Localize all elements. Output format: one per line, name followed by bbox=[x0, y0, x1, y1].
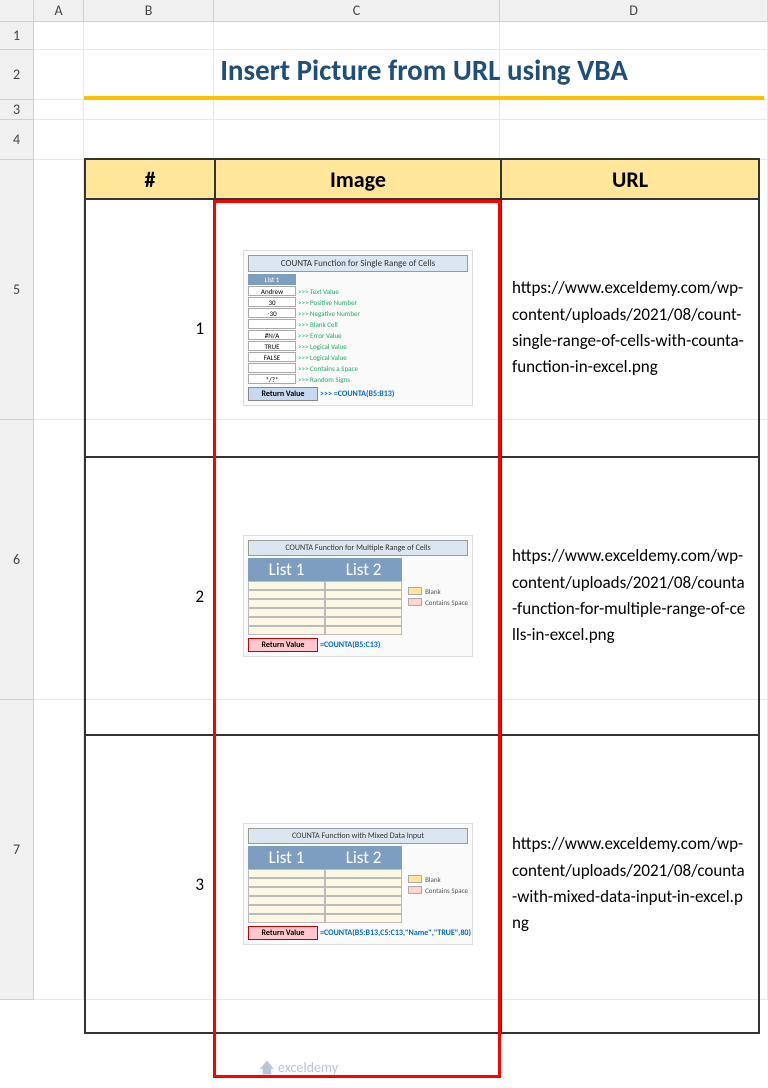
thumb-title: COUNTA Function with Mixed Data Input bbox=[248, 828, 468, 844]
cell-C4[interactable] bbox=[214, 120, 500, 160]
thumbnail-3: COUNTA Function with Mixed Data Input Li… bbox=[243, 823, 473, 945]
cell-A4[interactable] bbox=[34, 120, 84, 160]
cell-url-3[interactable]: https://www.exceldemy.com/wp-content/upl… bbox=[501, 735, 759, 1033]
cell-image-3[interactable]: COUNTA Function with Mixed Data Input Li… bbox=[215, 735, 501, 1033]
table-row: 3 COUNTA Function with Mixed Data Input … bbox=[85, 735, 759, 1033]
cell-A5[interactable] bbox=[34, 160, 84, 420]
legend-text: Blank bbox=[425, 875, 441, 884]
cell-A6[interactable] bbox=[34, 420, 84, 700]
col-header-B[interactable]: B bbox=[84, 0, 214, 21]
thumbnail-2: COUNTA Function for Multiple Range of Ce… bbox=[243, 535, 473, 657]
cell-D1[interactable] bbox=[500, 22, 768, 50]
legend-text: Contains Space bbox=[425, 598, 468, 607]
return-formula: =COUNTA(B5:C13) bbox=[320, 640, 468, 650]
list-label: List 2 bbox=[325, 558, 402, 581]
data-table: # Image URL 1 COUNTA Function for Single… bbox=[84, 158, 760, 1034]
row-1: 1 bbox=[0, 22, 768, 50]
table-row: 2 COUNTA Function for Multiple Range of … bbox=[85, 457, 759, 735]
table-row: 1 COUNTA Function for Single Range of Ce… bbox=[85, 199, 759, 457]
cell-C3[interactable] bbox=[214, 100, 500, 120]
row-header-6[interactable]: 6 bbox=[0, 420, 34, 700]
col-header-D[interactable]: D bbox=[500, 0, 768, 21]
col-header-C[interactable]: C bbox=[214, 0, 500, 21]
cell-C1[interactable] bbox=[214, 22, 500, 50]
cell-B3[interactable] bbox=[84, 100, 214, 120]
cell-A3[interactable] bbox=[34, 100, 84, 120]
return-label: Return Value bbox=[248, 926, 318, 940]
legend-text: Blank bbox=[425, 587, 441, 596]
watermark: exceldemy bbox=[260, 1059, 338, 1076]
page-title: Insert Picture from URL using VBA bbox=[84, 50, 764, 100]
row-header-2[interactable]: 2 bbox=[0, 50, 34, 100]
return-formula: >>> =COUNTA(B5:B13) bbox=[320, 389, 468, 399]
return-label: Return Value bbox=[248, 638, 318, 652]
col-header-A[interactable]: A bbox=[34, 0, 84, 21]
cell-D3[interactable] bbox=[500, 100, 768, 120]
header-url: URL bbox=[501, 159, 759, 199]
cell-D4[interactable] bbox=[500, 120, 768, 160]
cell-image-2[interactable]: COUNTA Function for Multiple Range of Ce… bbox=[215, 457, 501, 735]
header-row: # Image URL bbox=[85, 159, 759, 199]
cell-A2[interactable] bbox=[34, 50, 84, 100]
cell-num-2[interactable]: 2 bbox=[85, 457, 215, 735]
row-3: 3 bbox=[0, 100, 768, 120]
cell-B1[interactable] bbox=[84, 22, 214, 50]
watermark-icon bbox=[260, 1061, 274, 1075]
row-4: 4 bbox=[0, 120, 768, 160]
cell-num-3[interactable]: 3 bbox=[85, 735, 215, 1033]
legend-swatch bbox=[408, 875, 422, 883]
cell-B4[interactable] bbox=[84, 120, 214, 160]
cell-image-1[interactable]: COUNTA Function for Single Range of Cell… bbox=[215, 199, 501, 457]
header-image: Image bbox=[215, 159, 501, 199]
thumbnail-1: COUNTA Function for Single Range of Cell… bbox=[243, 250, 473, 406]
return-label: Return Value bbox=[248, 387, 318, 401]
row-header-1[interactable]: 1 bbox=[0, 22, 34, 50]
cell-A1[interactable] bbox=[34, 22, 84, 50]
row-header-4[interactable]: 4 bbox=[0, 120, 34, 160]
column-header-row: A B C D bbox=[0, 0, 768, 22]
return-formula: =COUNTA(B5:B13,C5:C13,"Name","TRUE",80) bbox=[320, 928, 471, 938]
list-label: List 1 bbox=[248, 846, 325, 869]
thumb-title: COUNTA Function for Multiple Range of Ce… bbox=[248, 540, 468, 556]
thumb-title: COUNTA Function for Single Range of Cell… bbox=[248, 255, 468, 272]
legend-swatch bbox=[408, 587, 422, 595]
cell-num-1[interactable]: 1 bbox=[85, 199, 215, 457]
row-header-3[interactable]: 3 bbox=[0, 100, 34, 120]
row-header-5[interactable]: 5 bbox=[0, 160, 34, 420]
list-label: List 1 bbox=[248, 558, 325, 581]
legend-text: Contains Space bbox=[425, 886, 468, 895]
cell-url-1[interactable]: https://www.exceldemy.com/wp-content/upl… bbox=[501, 199, 759, 457]
row-header-7[interactable]: 7 bbox=[0, 700, 34, 1000]
legend-swatch bbox=[408, 598, 422, 606]
list-label: List 1 bbox=[248, 274, 296, 285]
corner-cell[interactable] bbox=[0, 0, 34, 21]
legend-swatch bbox=[408, 886, 422, 894]
cell-A7[interactable] bbox=[34, 700, 84, 1000]
list-label: List 2 bbox=[325, 846, 402, 869]
watermark-text: exceldemy bbox=[278, 1059, 338, 1076]
header-num: # bbox=[85, 159, 215, 199]
cell-url-2[interactable]: https://www.exceldemy.com/wp-content/upl… bbox=[501, 457, 759, 735]
